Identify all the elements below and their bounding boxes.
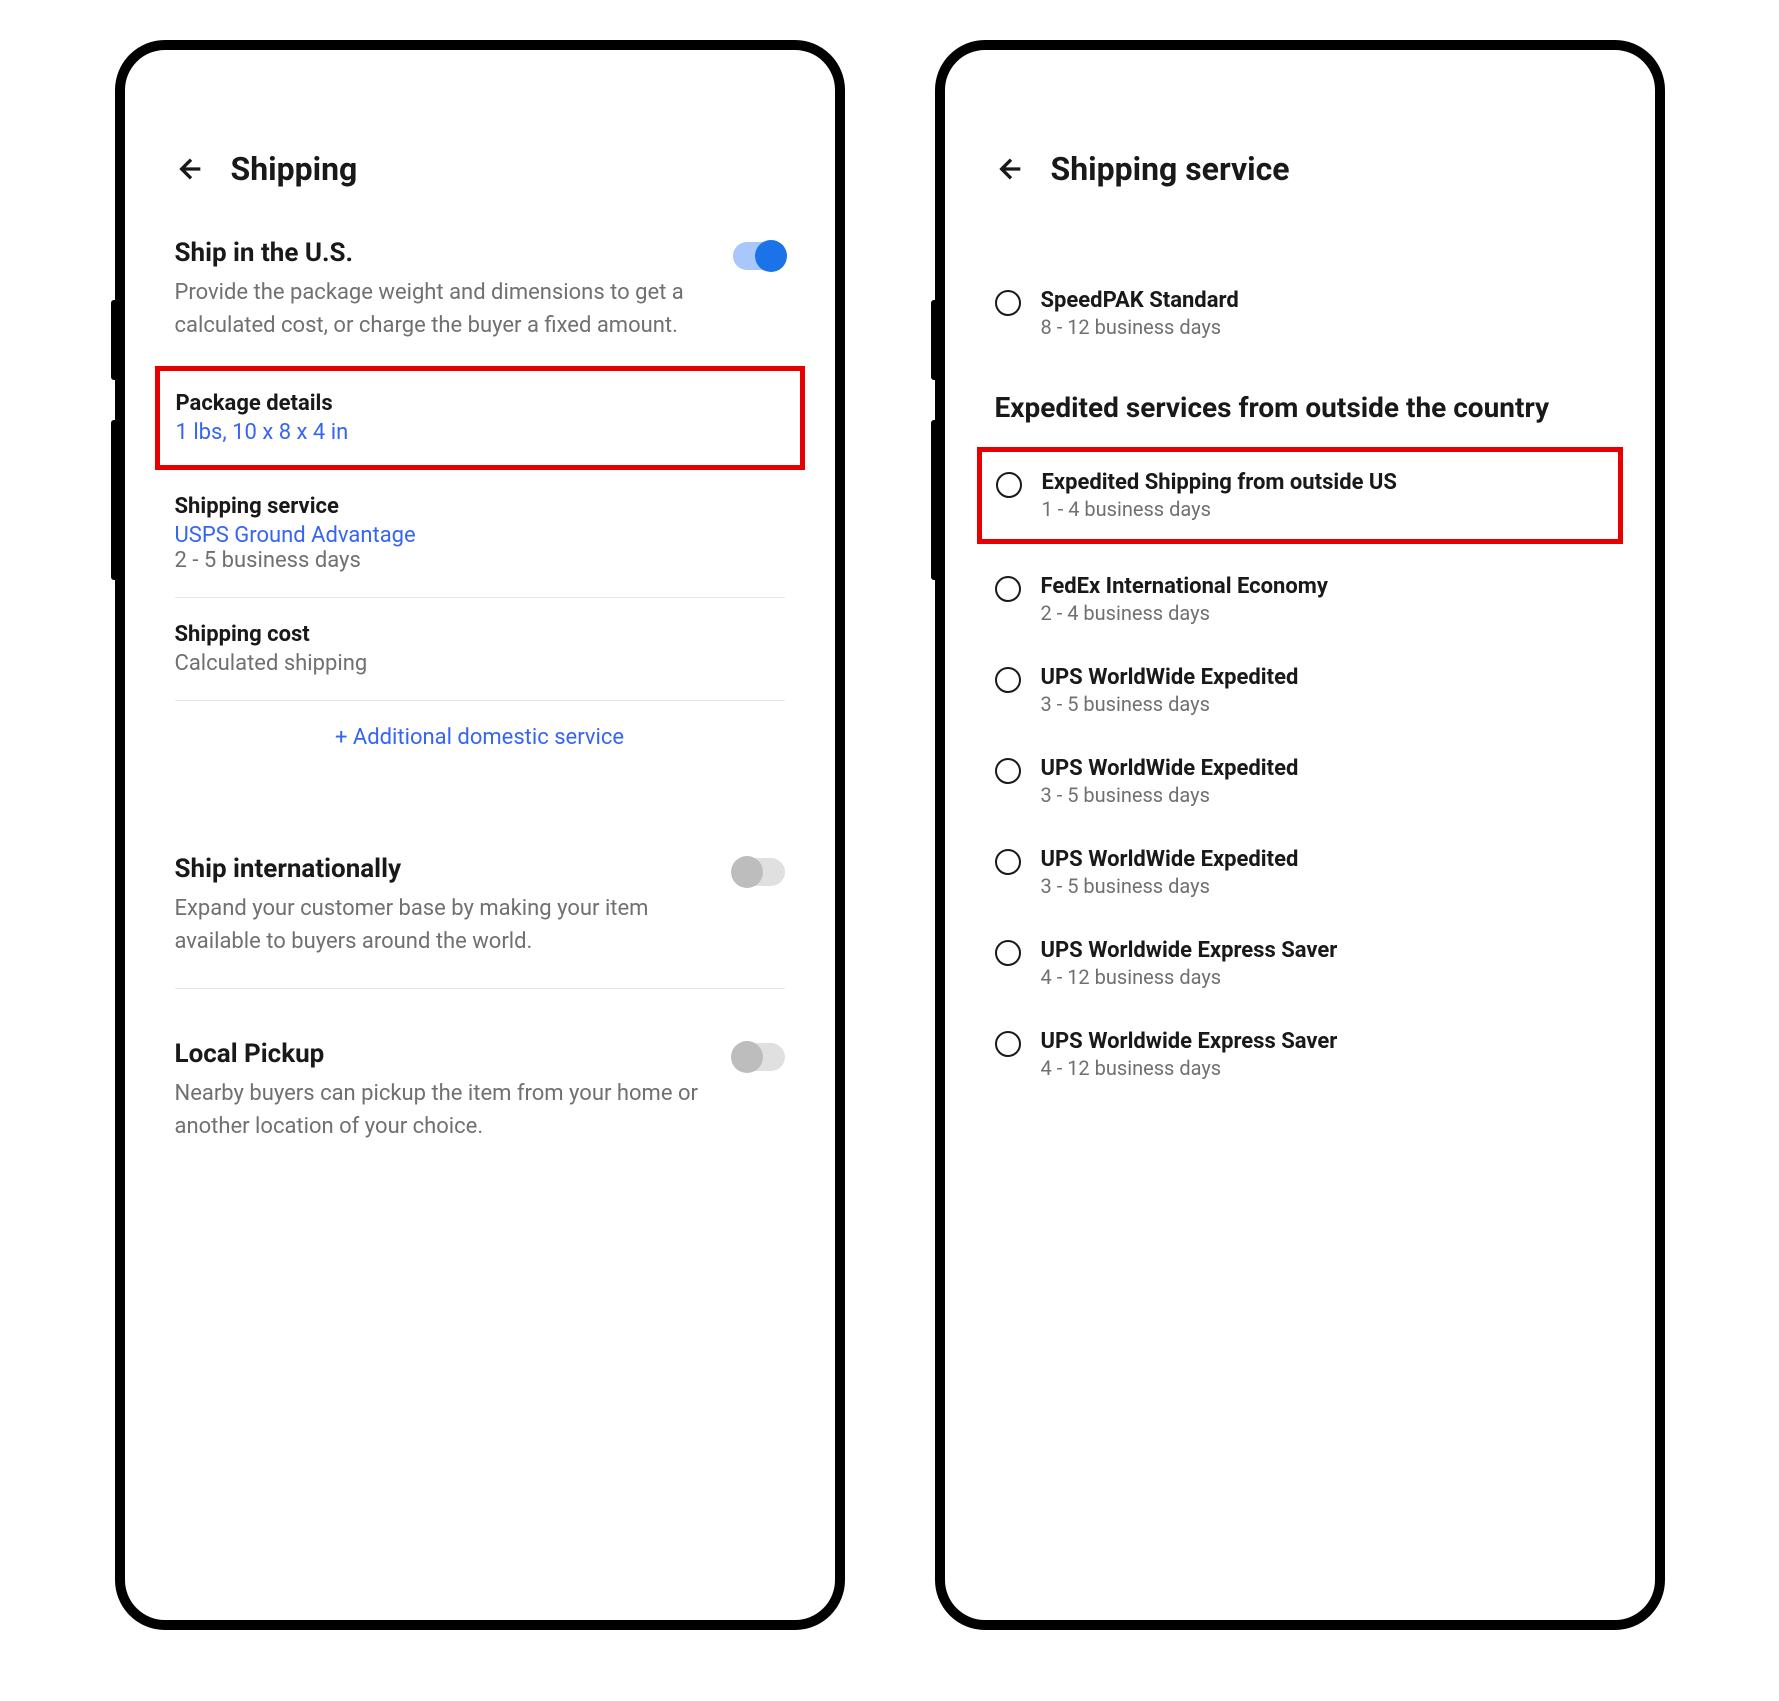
radio-eta: 3 - 5 business days <box>1041 692 1605 716</box>
radio-title: UPS WorldWide Expedited <box>1041 847 1605 872</box>
radio-option[interactable]: UPS WorldWide Expedited3 - 5 business da… <box>995 736 1605 827</box>
radio-eta: 1 - 4 business days <box>1042 497 1604 521</box>
ship-us-desc: Provide the package weight and dimension… <box>175 276 715 342</box>
radio-option-speedpak[interactable]: SpeedPAK Standard 8 - 12 business days <box>995 268 1605 359</box>
radio-title: UPS WorldWide Expedited <box>1041 756 1605 781</box>
radio-option[interactable]: UPS WorldWide Expedited3 - 5 business da… <box>995 645 1605 736</box>
radio-title: FedEx International Economy <box>1041 574 1605 599</box>
package-label: Package details <box>176 391 784 416</box>
content-right: SpeedPAK Standard 8 - 12 business days E… <box>975 218 1625 1120</box>
radio-title: SpeedPAK Standard <box>1041 288 1605 313</box>
radio-title: UPS Worldwide Express Saver <box>1041 1029 1605 1054</box>
radio-circle-icon <box>995 849 1021 875</box>
service-eta: 2 - 5 business days <box>175 548 785 573</box>
radio-option[interactable]: UPS Worldwide Express Saver4 - 12 busine… <box>995 1009 1605 1100</box>
radio-circle-icon <box>995 1031 1021 1057</box>
radio-circle-icon <box>995 667 1021 693</box>
pickup-desc: Nearby buyers can pickup the item from y… <box>175 1077 715 1143</box>
radio-highlight: Expedited Shipping from outside US1 - 4 … <box>977 447 1623 544</box>
service-name: USPS Ground Advantage <box>175 523 785 548</box>
radio-circle-icon <box>995 290 1021 316</box>
ship-intl-toggle[interactable] <box>733 858 785 886</box>
service-label: Shipping service <box>175 494 785 519</box>
radio-option[interactable]: UPS Worldwide Express Saver4 - 12 busine… <box>995 918 1605 1009</box>
cost-label: Shipping cost <box>175 622 785 647</box>
radio-circle-icon <box>996 472 1022 498</box>
radio-title: Expedited Shipping from outside US <box>1042 470 1604 495</box>
local-pickup-section: Local Pickup Nearby buyers can pickup th… <box>175 1039 785 1143</box>
page-title: Shipping service <box>1051 150 1290 188</box>
ship-us-section: Ship in the U.S. Provide the package wei… <box>175 238 785 774</box>
ship-us-title: Ship in the U.S. <box>175 238 715 268</box>
phone-left: Shipping Ship in the U.S. Provide the pa… <box>115 40 845 1630</box>
back-arrow-icon[interactable] <box>175 153 207 185</box>
radio-option[interactable]: FedEx International Economy2 - 4 busines… <box>995 554 1605 645</box>
radio-title: UPS Worldwide Express Saver <box>1041 938 1605 963</box>
header-left: Shipping <box>155 110 805 218</box>
ship-intl-title: Ship internationally <box>175 854 715 884</box>
radio-title: UPS WorldWide Expedited <box>1041 665 1605 690</box>
phone-right: Shipping service SpeedPAK Standard 8 - 1… <box>935 40 1665 1630</box>
ship-intl-desc: Expand your customer base by making your… <box>175 892 715 958</box>
ship-us-toggle[interactable] <box>733 242 785 270</box>
radio-circle-icon <box>995 576 1021 602</box>
cost-value: Calculated shipping <box>175 651 785 676</box>
package-value: 1 lbs, 10 x 8 x 4 in <box>176 420 784 445</box>
ship-intl-section: Ship internationally Expand your custome… <box>175 854 785 958</box>
radio-eta: 4 - 12 business days <box>1041 965 1605 989</box>
radio-circle-icon <box>995 758 1021 784</box>
group-header: Expedited services from outside the coun… <box>995 389 1605 427</box>
back-arrow-icon[interactable] <box>995 153 1027 185</box>
content-left: Ship in the U.S. Provide the package wei… <box>155 218 805 1193</box>
radio-eta: 3 - 5 business days <box>1041 874 1605 898</box>
radio-list: Expedited Shipping from outside US1 - 4 … <box>995 447 1605 1100</box>
radio-eta: 8 - 12 business days <box>1041 315 1605 339</box>
radio-eta: 3 - 5 business days <box>1041 783 1605 807</box>
radio-circle-icon <box>995 940 1021 966</box>
header-right: Shipping service <box>975 110 1625 218</box>
radio-option[interactable]: UPS WorldWide Expedited3 - 5 business da… <box>995 827 1605 918</box>
page-title: Shipping <box>231 150 358 188</box>
add-domestic-link[interactable]: + Additional domestic service <box>175 701 785 774</box>
radio-eta: 2 - 4 business days <box>1041 601 1605 625</box>
package-details-highlight: Package details 1 lbs, 10 x 8 x 4 in <box>155 366 805 470</box>
radio-eta: 4 - 12 business days <box>1041 1056 1605 1080</box>
radio-option[interactable]: Expedited Shipping from outside US1 - 4 … <box>996 462 1604 529</box>
shipping-cost-row[interactable]: Shipping cost Calculated shipping <box>175 598 785 701</box>
shipping-service-row[interactable]: Shipping service USPS Ground Advantage 2… <box>175 470 785 598</box>
package-details-row[interactable]: Package details 1 lbs, 10 x 8 x 4 in <box>176 391 784 445</box>
pickup-title: Local Pickup <box>175 1039 715 1069</box>
pickup-toggle[interactable] <box>733 1043 785 1071</box>
